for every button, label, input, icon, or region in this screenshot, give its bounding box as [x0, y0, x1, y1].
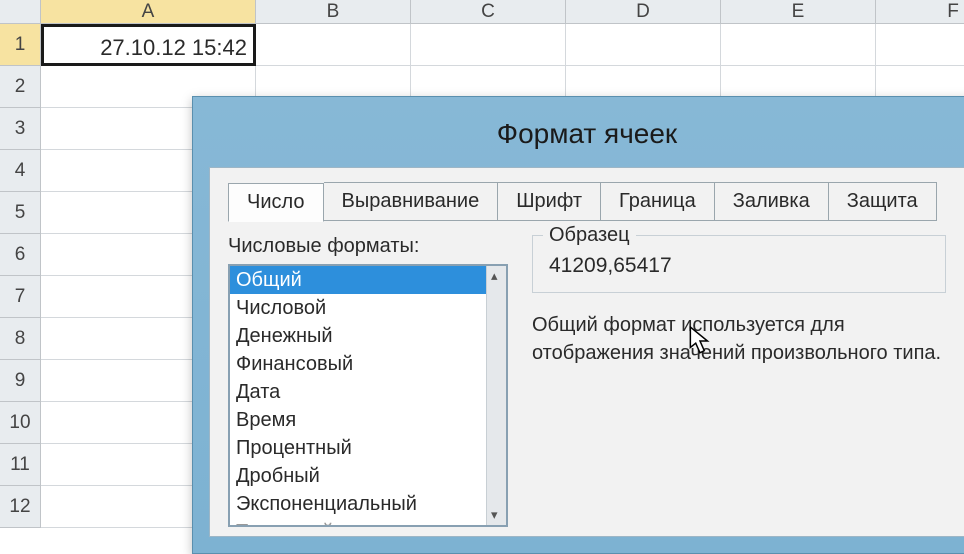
- tab-protection[interactable]: Защита: [829, 182, 937, 221]
- list-item-fraction[interactable]: Дробный: [230, 462, 486, 490]
- list-item-currency[interactable]: Денежный: [230, 322, 486, 350]
- row-header-6[interactable]: 6: [0, 234, 41, 276]
- tab-number[interactable]: Число: [228, 183, 324, 222]
- cell[interactable]: [721, 24, 876, 66]
- list-item-number[interactable]: Числовой: [230, 294, 486, 322]
- col-header-c[interactable]: C: [411, 0, 566, 24]
- row-header-10[interactable]: 10: [0, 402, 41, 444]
- number-formats-label: Числовые форматы:: [228, 235, 508, 258]
- row-header-4[interactable]: 4: [0, 150, 41, 192]
- sample-box: Образец 41209,65417: [532, 235, 946, 293]
- list-item-general[interactable]: Общий: [230, 266, 486, 294]
- format-cells-dialog: Формат ячеек Число Выравнивание Шрифт Гр…: [192, 96, 964, 554]
- row-header-2[interactable]: 2: [0, 66, 41, 108]
- col-header-a[interactable]: A: [41, 0, 256, 24]
- row-header-5[interactable]: 5: [0, 192, 41, 234]
- row-header-11[interactable]: 11: [0, 444, 41, 486]
- dialog-title[interactable]: Формат ячеек: [193, 97, 964, 167]
- cell[interactable]: [256, 24, 411, 66]
- list-item-text[interactable]: Текстовый: [230, 518, 486, 525]
- row-header-7[interactable]: 7: [0, 276, 41, 318]
- row-header-12[interactable]: 12: [0, 486, 41, 528]
- cell[interactable]: [566, 24, 721, 66]
- sample-value: 41209,65417: [547, 254, 931, 278]
- cell[interactable]: [876, 24, 964, 66]
- col-header-e[interactable]: E: [721, 0, 876, 24]
- tab-border[interactable]: Граница: [601, 182, 715, 221]
- row-header-1[interactable]: 1: [0, 24, 41, 66]
- tab-fill[interactable]: Заливка: [715, 182, 829, 221]
- dialog-tabs: Число Выравнивание Шрифт Граница Заливка…: [228, 182, 946, 221]
- cell[interactable]: [411, 24, 566, 66]
- list-item-date[interactable]: Дата: [230, 378, 486, 406]
- tab-font[interactable]: Шрифт: [498, 182, 601, 221]
- row-header-8[interactable]: 8: [0, 318, 41, 360]
- select-all-corner[interactable]: [0, 0, 41, 24]
- sample-label: Образец: [543, 224, 636, 247]
- list-item-percentage[interactable]: Процентный: [230, 434, 486, 462]
- tab-alignment[interactable]: Выравнивание: [324, 182, 499, 221]
- col-header-f[interactable]: F: [876, 0, 964, 24]
- number-formats-listbox[interactable]: Общий Числовой Денежный Финансовый Дата …: [228, 264, 508, 527]
- cell-a1[interactable]: 27.10.12 15:42: [41, 24, 256, 66]
- format-description: Общий формат используется для отображени…: [532, 311, 946, 367]
- row-header-3[interactable]: 3: [0, 108, 41, 150]
- row-header-9[interactable]: 9: [0, 360, 41, 402]
- col-header-b[interactable]: B: [256, 0, 411, 24]
- listbox-scrollbar[interactable]: [486, 266, 506, 525]
- col-header-d[interactable]: D: [566, 0, 721, 24]
- list-item-accounting[interactable]: Финансовый: [230, 350, 486, 378]
- list-item-scientific[interactable]: Экспоненциальный: [230, 490, 486, 518]
- list-item-time[interactable]: Время: [230, 406, 486, 434]
